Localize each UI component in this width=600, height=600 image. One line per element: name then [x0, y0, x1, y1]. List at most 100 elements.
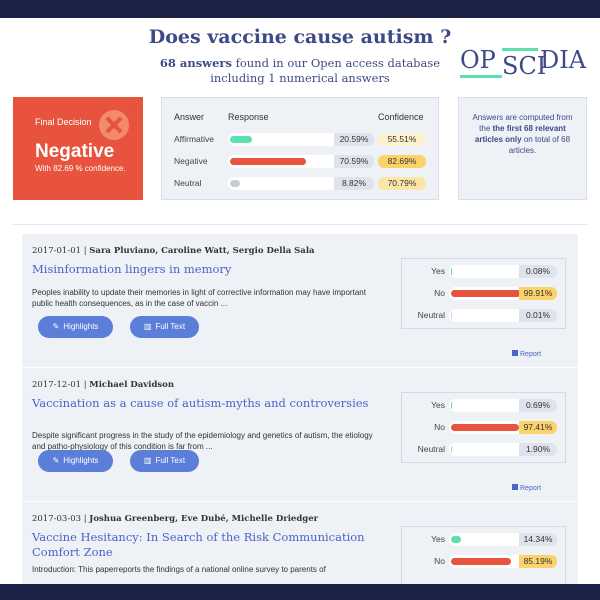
- article-response-row: Neutral 0.01%: [402, 307, 567, 323]
- answers-summary: 68 answers found in our Open access data…: [150, 56, 450, 86]
- response-row: Negative 70.59% 82.69%: [162, 153, 440, 169]
- article-abstract: Peoples inability to update their memori…: [32, 288, 366, 308]
- article-response-panel: Yes 0.08% No 99.91% Neutral 0.01%: [401, 258, 566, 329]
- response-label: Affirmative: [174, 134, 214, 144]
- report-link[interactable]: Report: [512, 350, 541, 358]
- highlights-label: Highlights: [63, 456, 99, 465]
- response-percent: 70.59%: [334, 155, 374, 168]
- article-response-row: Yes 14.34%: [402, 531, 567, 547]
- final-decision-confidence: With 82.69 % confidence.: [35, 164, 126, 173]
- article-authors: Joshua Greenberg, Eve Dubé, Michelle Dri…: [89, 514, 319, 524]
- article-date: 2017-03-03: [32, 514, 82, 524]
- response-bar-fill: [230, 180, 240, 187]
- article-response-label: Neutral: [417, 444, 445, 454]
- article-authors: Sara Pluviano, Caroline Watt, Sergio Del…: [89, 246, 315, 256]
- article-bar-fill: [451, 268, 452, 275]
- response-percent: 20.59%: [334, 133, 374, 146]
- top-bar: [0, 0, 600, 18]
- article-response-percent: 0.69%: [519, 399, 557, 412]
- book-icon: ▥: [143, 322, 152, 331]
- response-row: Affirmative 20.59% 55.51%: [162, 131, 440, 147]
- report-link[interactable]: Report: [512, 484, 541, 492]
- article-response-percent: 97.41%: [519, 421, 557, 434]
- full-text-label: Full Text: [155, 456, 186, 465]
- article-response-panel: Yes 14.34% No 85.19%: [401, 526, 566, 584]
- article-response-percent: 0.01%: [519, 309, 557, 322]
- divider: [13, 224, 587, 225]
- answer-header: Answer: [174, 112, 205, 122]
- answers-count: 68 answers: [159, 56, 232, 70]
- article-bar-fill: [451, 424, 520, 431]
- article-response-row: Yes 0.08%: [402, 263, 567, 279]
- highlights-button[interactable]: ✎ Highlights: [38, 450, 113, 472]
- flag-icon: [512, 350, 518, 356]
- highlights-label: Highlights: [63, 322, 99, 331]
- full-text-button[interactable]: ▥ Full Text: [130, 450, 199, 472]
- article-response-panel: Yes 0.69% No 97.41% Neutral 1.90%: [401, 392, 566, 463]
- flag-icon: [512, 484, 518, 490]
- article-meta: 2017-12-01 | Michael Davidson: [32, 380, 174, 390]
- article-bar-fill: [451, 558, 511, 565]
- article-date: 2017-12-01: [32, 380, 82, 390]
- article-response-percent: 0.08%: [519, 265, 557, 278]
- report-label: Report: [520, 351, 542, 358]
- opscidia-logo[interactable]: OP SCI DIA: [460, 44, 586, 80]
- article-response-label: Neutral: [417, 310, 445, 320]
- article-response-percent: 99.91%: [519, 287, 557, 300]
- article-title-link[interactable]: Vaccine Hesitancy: In Search of the Risk…: [32, 530, 392, 560]
- numerical-answers-text: including 1 numerical answers: [210, 71, 390, 85]
- article-abstract: Introduction: This paperreports the find…: [32, 565, 326, 574]
- article-bar-fill: [451, 536, 462, 543]
- article-response-percent: 1.90%: [519, 443, 557, 456]
- response-bar-track: [228, 177, 348, 190]
- computation-note: Answers are computed from the the first …: [458, 97, 587, 200]
- full-text-label: Full Text: [155, 322, 186, 331]
- bottom-bar: [0, 584, 600, 600]
- close-circle-icon: [99, 110, 129, 140]
- article-date: 2017-01-01: [32, 246, 82, 256]
- final-decision-label: Final Decision: [35, 117, 92, 127]
- response-row: Neutral 8.82% 70.79%: [162, 175, 440, 191]
- response-confidence: 82.69%: [378, 155, 426, 168]
- article-card: 2017-12-01 | Michael Davidson Vaccination…: [22, 368, 578, 501]
- response-bar-fill: [230, 158, 307, 165]
- article-response-label: No: [434, 556, 445, 566]
- article-meta: 2017-01-01 | Sara Pluviano, Caroline Wat…: [32, 246, 315, 256]
- report-label: Report: [520, 485, 542, 492]
- final-decision-value: Negative: [35, 141, 115, 162]
- article-response-label: Yes: [431, 400, 445, 410]
- article-card: 2017-01-01 | Sara Pluviano, Caroline Wat…: [22, 234, 578, 367]
- final-decision-card: Final Decision Negative With 82.69 % con…: [13, 97, 143, 200]
- article-response-row: No 99.91%: [402, 285, 567, 301]
- article-bar-fill: [451, 446, 453, 453]
- response-label: Negative: [174, 156, 208, 166]
- response-bar-track: [228, 155, 348, 168]
- highlights-button[interactable]: ✎ Highlights: [38, 316, 113, 338]
- response-bar-track: [228, 133, 348, 146]
- pencil-icon: ✎: [52, 456, 60, 465]
- article-response-row: Yes 0.69%: [402, 397, 567, 413]
- response-label: Neutral: [174, 178, 202, 188]
- article-abstract: Despite significant progress in the stud…: [32, 431, 373, 451]
- article-title-link[interactable]: Vaccination as a cause of autism-myths a…: [32, 396, 392, 411]
- response-confidence: 55.51%: [378, 133, 426, 146]
- article-response-row: Neutral 1.90%: [402, 441, 567, 457]
- full-text-button[interactable]: ▥ Full Text: [130, 316, 199, 338]
- article-response-row: No 85.19%: [402, 553, 567, 569]
- pencil-icon: ✎: [52, 322, 60, 331]
- answers-summary-text: found in our Open access database: [231, 56, 441, 70]
- response-header: Response: [228, 112, 269, 122]
- article-response-label: Yes: [431, 534, 445, 544]
- article-title-link[interactable]: Misinformation lingers in memory: [32, 262, 392, 277]
- article-meta: 2017-03-03 | Joshua Greenberg, Eve Dubé,…: [32, 514, 318, 524]
- response-bar-fill: [230, 136, 253, 143]
- confidence-header: Confidence: [378, 112, 424, 122]
- article-response-label: No: [434, 422, 445, 432]
- article-response-percent: 85.19%: [519, 555, 557, 568]
- article-response-percent: 14.34%: [519, 533, 557, 546]
- response-confidence: 70.79%: [378, 177, 426, 190]
- results-page: Does vaccine cause autism ? 68 answers f…: [0, 18, 600, 584]
- article-card: 2017-03-03 | Joshua Greenberg, Eve Dubé,…: [22, 502, 578, 584]
- article-bar-fill: [451, 312, 452, 319]
- book-icon: ▥: [143, 456, 152, 465]
